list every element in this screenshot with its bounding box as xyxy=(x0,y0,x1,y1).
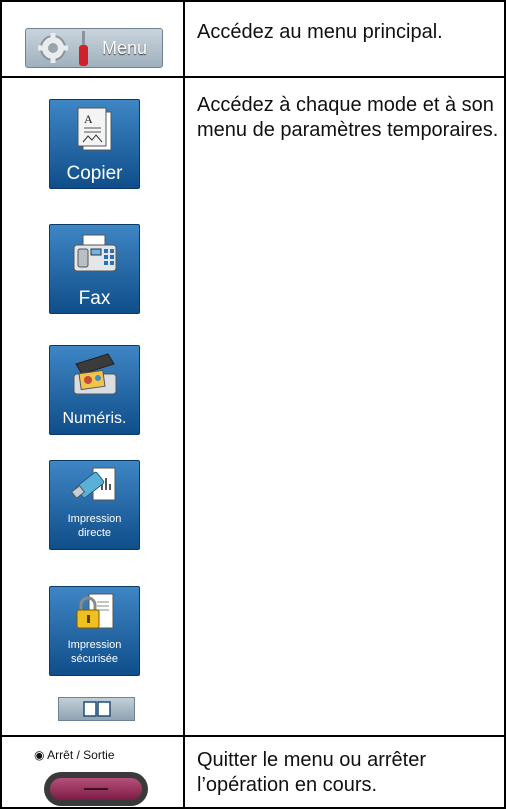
direct-print-label-line1: Impression xyxy=(67,513,122,525)
scanner-icon xyxy=(73,353,116,395)
lock-print-icon xyxy=(76,593,113,629)
copier-icon: A xyxy=(77,107,111,151)
menu-description: Accédez au menu principal. xyxy=(197,21,443,43)
direct-print-button[interactable]: Impression directe xyxy=(49,460,140,550)
stop-exit-label: ◉ Arrêt / Sortie xyxy=(34,748,115,762)
stop-exit-description: Quitter le menu ou arrêter l’opération e… xyxy=(197,749,426,796)
row-divider xyxy=(0,76,506,78)
fax-label: Fax xyxy=(78,288,111,309)
row-divider xyxy=(0,735,506,737)
secure-print-label-line2: sécurisée xyxy=(70,653,119,665)
book-icon xyxy=(83,701,111,717)
menu-button-label: Menu xyxy=(102,38,148,58)
fax-icon xyxy=(73,234,116,272)
fax-button[interactable]: Fax xyxy=(49,224,140,314)
direct-print-label-line2: directe xyxy=(77,527,112,539)
book-button[interactable] xyxy=(58,697,135,721)
modes-description: Accédez à chaque mode et à son menu de p… xyxy=(197,94,499,141)
reference-table: Menu Accédez au menu principal. Accédez … xyxy=(0,0,506,809)
stop-exit-button[interactable] xyxy=(44,772,148,806)
scan-button[interactable]: Numéris. xyxy=(49,345,140,435)
table-border-left xyxy=(0,0,2,809)
table-border-top xyxy=(0,0,506,2)
usb-print-icon xyxy=(70,467,115,501)
stop-exit-button-bar xyxy=(84,788,108,790)
gear-icon xyxy=(38,33,68,63)
column-divider xyxy=(183,0,185,809)
copier-button[interactable]: A Copier xyxy=(49,99,140,189)
menu-button[interactable]: Menu xyxy=(25,28,163,68)
svg-text:A: A xyxy=(84,112,93,126)
scan-label: Numéris. xyxy=(62,410,127,427)
stop-icon: ◉ xyxy=(34,748,45,762)
secure-print-button[interactable]: Impression sécurisée xyxy=(49,586,140,676)
copier-label: Copier xyxy=(66,163,123,184)
stop-exit-text: Arrêt / Sortie xyxy=(47,748,115,762)
screwdriver-icon xyxy=(79,31,88,66)
secure-print-label-line1: Impression xyxy=(67,639,122,651)
